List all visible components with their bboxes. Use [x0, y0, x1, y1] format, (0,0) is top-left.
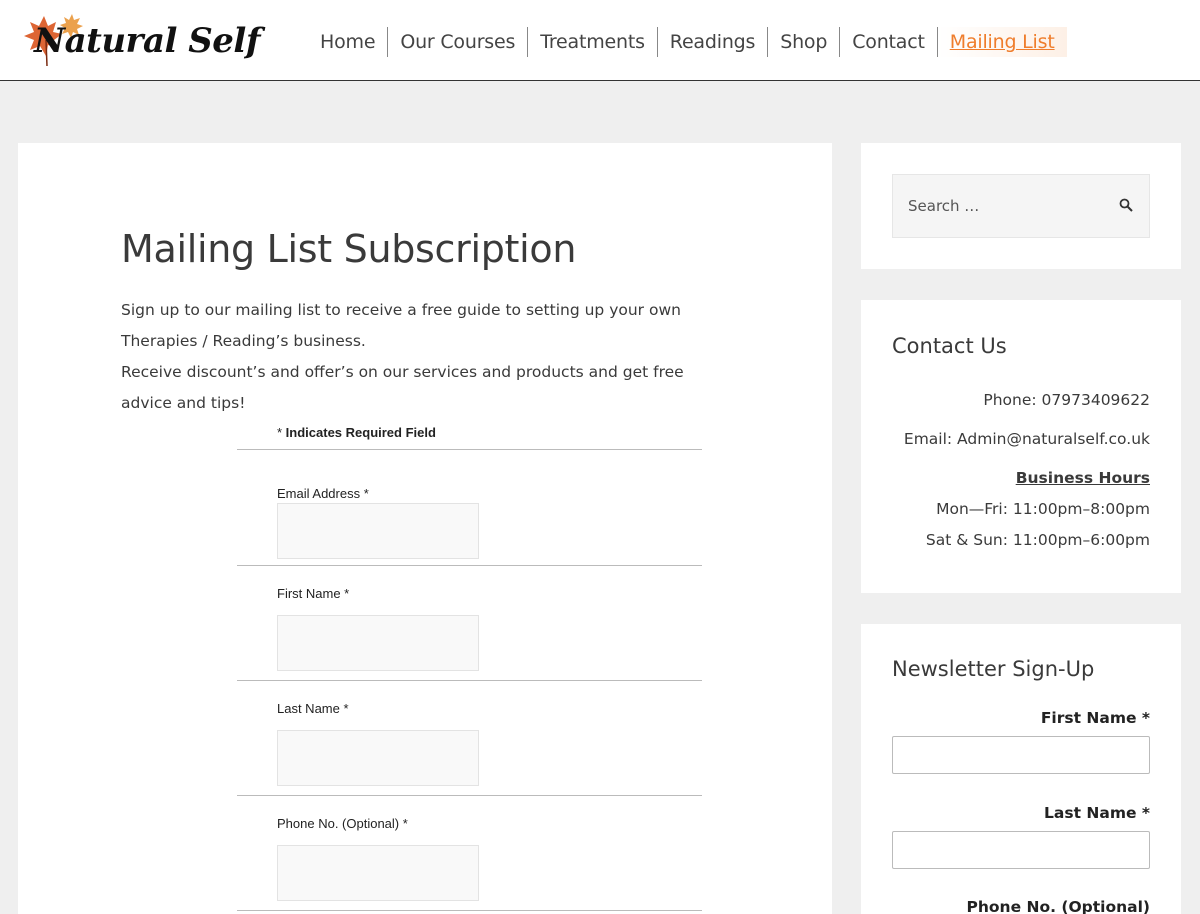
newsletter-phone-label: Phone No. (Optional) — [966, 898, 1150, 914]
newsletter-last-name-input[interactable] — [892, 831, 1150, 869]
search-widget: Search … — [861, 143, 1181, 269]
first-name-input[interactable] — [277, 615, 479, 671]
search-icon[interactable] — [1119, 198, 1133, 212]
subscription-form: * Indicates Required Field Email Address… — [237, 425, 702, 911]
contact-phone: Phone: 07973409622 — [983, 391, 1150, 409]
first-name-field-group: First Name * — [237, 566, 702, 681]
contact-email[interactable]: Email: Admin@naturalself.co.uk — [904, 424, 1150, 455]
newsletter-first-name-input[interactable] — [892, 736, 1150, 774]
main-content: Mailing List Subscription Sign up to our… — [18, 143, 832, 914]
page-title: Mailing List Subscription — [121, 227, 577, 271]
nav-item-treatments[interactable]: Treatments — [528, 27, 658, 57]
contact-details: Phone: 07973409622 Email: Admin@naturals… — [904, 385, 1150, 556]
contact-title: Contact Us — [892, 334, 1007, 358]
nav-item-home[interactable]: Home — [310, 27, 389, 57]
phone-input[interactable] — [277, 845, 479, 901]
intro-paragraph-2: Receive discount’s and offer’s on our se… — [121, 363, 684, 412]
site-header: Natural Self Home Our Courses Treatments… — [0, 0, 1200, 81]
nav-item-our-courses[interactable]: Our Courses — [388, 27, 529, 57]
hours-weekend: Sat & Sun: 11:00pm–6:00pm — [925, 531, 1150, 549]
newsletter-widget: Newsletter Sign-Up First Name * Last Nam… — [861, 624, 1181, 914]
newsletter-first-name-label: First Name * — [1040, 709, 1150, 727]
last-name-field-group: Last Name * — [237, 681, 702, 796]
newsletter-last-name-label: Last Name * — [1044, 804, 1150, 822]
search-input[interactable]: Search … — [892, 174, 1150, 238]
logo-text: Natural Self — [34, 21, 260, 61]
phone-label: Phone No. (Optional) * — [277, 816, 408, 831]
email-input[interactable] — [277, 503, 479, 559]
first-name-label: First Name * — [277, 586, 350, 601]
search-placeholder: Search … — [908, 197, 980, 215]
business-hours-title: Business Hours — [1015, 469, 1150, 487]
contact-widget: Contact Us Phone: 07973409622 Email: Adm… — [861, 300, 1181, 593]
intro-text: Sign up to our mailing list to receive a… — [121, 295, 731, 419]
required-field-note: * Indicates Required Field — [237, 425, 702, 450]
phone-field-group: Phone No. (Optional) * — [237, 796, 702, 911]
required-note-text: Indicates Required Field — [285, 425, 436, 440]
nav-item-contact[interactable]: Contact — [840, 27, 938, 57]
last-name-label: Last Name * — [277, 701, 349, 716]
hours-weekday: Mon—Fri: 11:00pm–8:00pm — [936, 500, 1150, 518]
email-label: Email Address * — [277, 486, 369, 501]
email-field-group: Email Address * — [237, 450, 702, 566]
nav-item-readings[interactable]: Readings — [658, 27, 769, 57]
main-nav: Home Our Courses Treatments Readings Sho… — [310, 26, 1067, 58]
intro-paragraph-1: Sign up to our mailing list to receive a… — [121, 301, 681, 350]
required-asterisk: * — [277, 425, 286, 440]
nav-item-mailing-list[interactable]: Mailing List — [936, 27, 1067, 57]
newsletter-title: Newsletter Sign-Up — [892, 657, 1095, 681]
site-logo[interactable]: Natural Self — [20, 8, 265, 70]
last-name-input[interactable] — [277, 730, 479, 786]
nav-item-shop[interactable]: Shop — [768, 27, 841, 57]
